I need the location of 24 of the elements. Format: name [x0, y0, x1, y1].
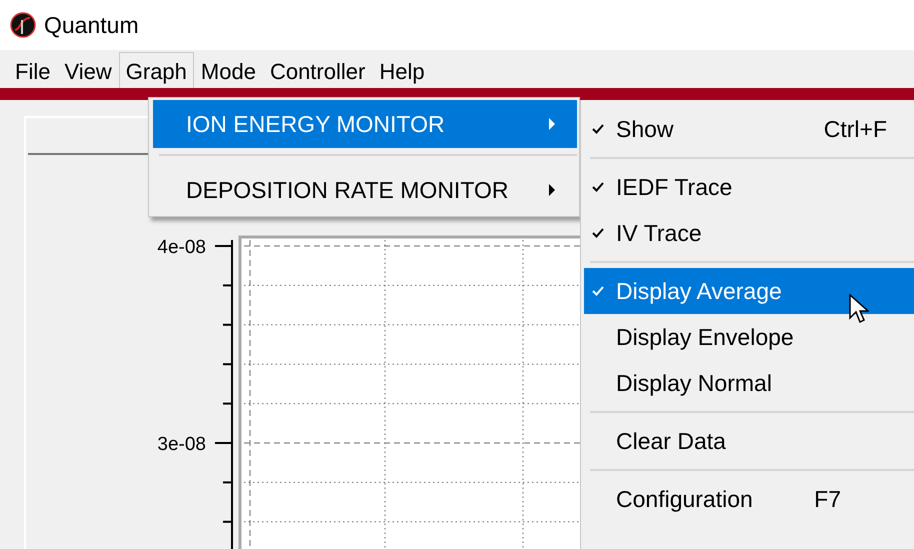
tick-label: 3e-08 — [157, 434, 206, 455]
menu-item[interactable]: Show Ctrl+F — [584, 106, 914, 152]
menu-item[interactable]: Clear Data — [584, 418, 914, 464]
menu-item[interactable]: Controller — [262, 52, 372, 88]
menu-item[interactable]: Configuration F7 — [584, 476, 914, 522]
menu-item[interactable]: Help — [372, 52, 432, 88]
menu-item[interactable]: IEDF Trace — [584, 164, 914, 210]
menu-item[interactable]: DEPOSITION RATE MONITOR — [153, 166, 577, 214]
menu-item[interactable]: File — [8, 52, 58, 88]
menu-item[interactable]: IV Trace — [584, 210, 914, 256]
shortcut-label: Ctrl+F — [824, 114, 887, 144]
shortcut-label: F7 — [814, 484, 841, 514]
submenu-arrow-icon — [549, 118, 555, 130]
menu-item[interactable]: View — [57, 52, 119, 88]
menu-item[interactable]: ION ENERGY MONITOR — [153, 100, 577, 148]
menu-item[interactable]: Display Normal — [584, 360, 914, 406]
window-title: Quantum — [44, 10, 139, 40]
menu-item[interactable]: Display Envelope — [584, 314, 914, 360]
app-logo-icon — [10, 12, 36, 38]
menu-item[interactable]: Mode — [194, 52, 263, 88]
tick-label: 4e-08 — [157, 237, 206, 258]
menu-item[interactable]: Display Average — [584, 268, 914, 314]
submenu-arrow-icon — [549, 184, 555, 196]
mouse-pointer-icon — [849, 294, 869, 324]
